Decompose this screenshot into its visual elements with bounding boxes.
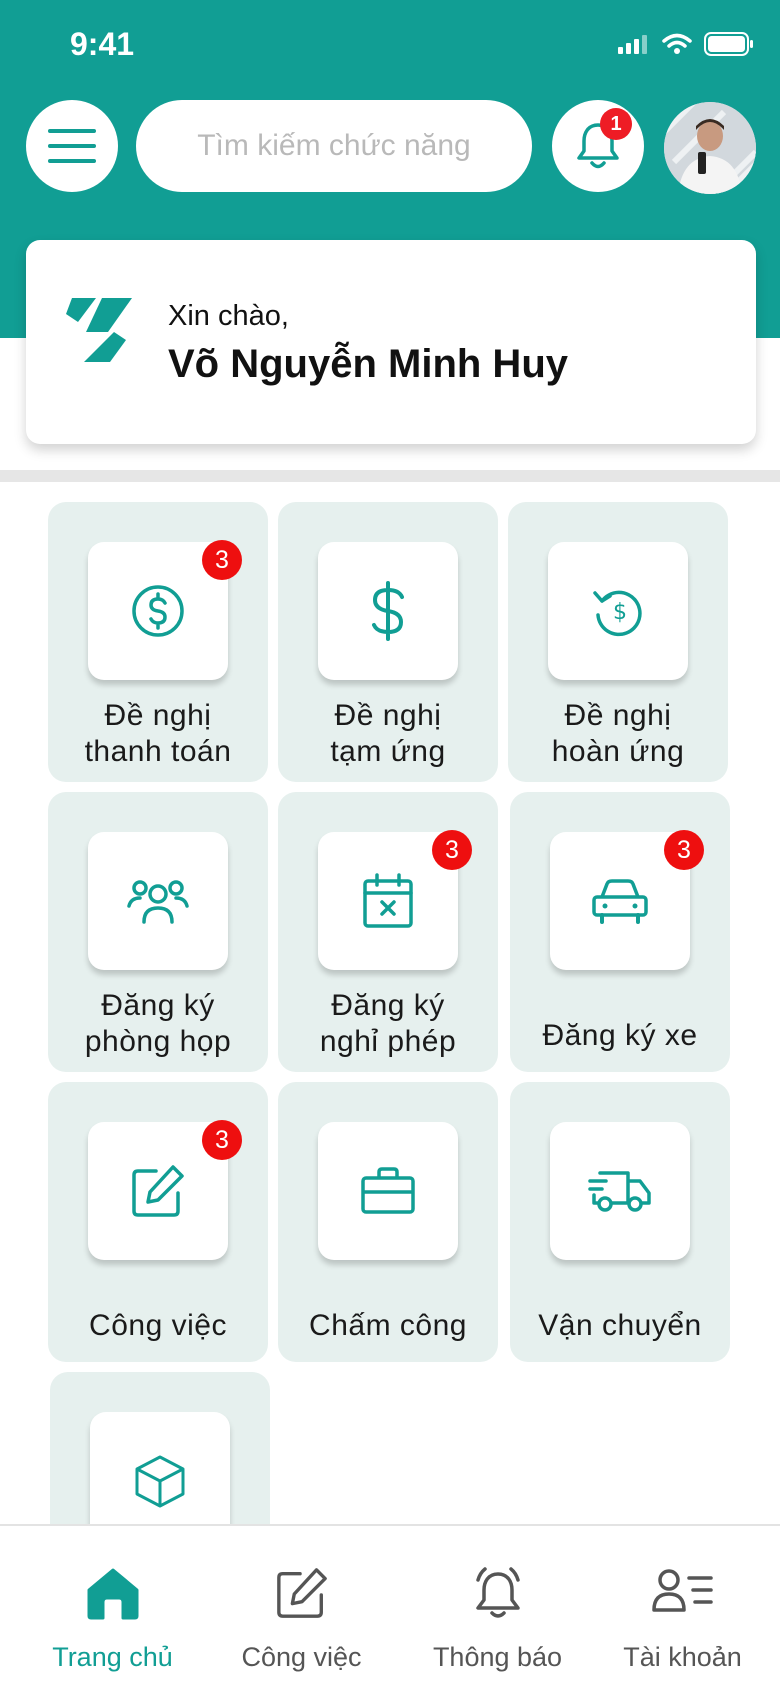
search-input[interactable]: Tìm kiếm chức năng <box>136 100 532 192</box>
nav-icon-wrap <box>15 1566 210 1620</box>
tile-label-line: Đăng ký <box>331 989 445 1022</box>
edit-icon <box>276 1568 327 1618</box>
search-placeholder: Tìm kiếm chức năng <box>197 129 471 162</box>
users-icon <box>127 880 189 924</box>
tile-icon-box <box>550 1122 690 1260</box>
tile-advance-request[interactable]: Đề nghị tạm ứng <box>278 502 498 782</box>
avatar-photo <box>664 102 756 194</box>
tile-label-line: Đề nghị <box>104 699 212 732</box>
tile-payment-request[interactable]: 3 Đề nghị thanh toán <box>48 502 268 782</box>
calendar-x-icon <box>363 873 413 928</box>
battery-icon <box>704 32 753 56</box>
nav-item-notifications[interactable]: Thông báo <box>400 1526 595 1688</box>
dollar-circle-icon <box>132 585 184 637</box>
tile-label-line: Vận chuyển <box>538 1309 702 1342</box>
menu-button[interactable] <box>26 100 118 192</box>
nav-label: Tài khoản <box>623 1642 742 1672</box>
tile-label-line: Đề nghị <box>564 699 672 732</box>
avatar[interactable] <box>664 102 756 194</box>
signal-icon <box>618 35 647 54</box>
tile-tasks[interactable]: 3 Công việc <box>48 1082 268 1362</box>
nav-icon-wrap <box>400 1566 595 1622</box>
car-icon <box>592 879 648 924</box>
tile-label: Chấm công <box>278 1308 498 1344</box>
tile-label-line: Chấm công <box>309 1309 467 1342</box>
greeting-card: Xin chào, Võ Nguyễn Minh Huy <box>26 240 756 444</box>
user-name: Võ Nguyễn Minh Huy <box>168 342 568 386</box>
hamburger-icon <box>48 129 96 163</box>
tile-label: Đăng ký xe <box>510 1018 730 1054</box>
briefcase-icon <box>361 1167 415 1214</box>
bell-icon <box>475 1567 520 1618</box>
tile-label: Công việc <box>48 1308 268 1344</box>
greeting-text: Xin chào, <box>168 300 289 332</box>
notification-button[interactable]: 1 <box>552 100 644 192</box>
tile-badge: 3 <box>202 540 242 580</box>
truck-icon <box>588 1171 651 1212</box>
tile-label: Đề nghị hoàn ứng <box>508 698 728 770</box>
nav-item-home[interactable]: Trang chủ <box>15 1526 210 1688</box>
tile-label-line: Công việc <box>89 1309 227 1342</box>
tile-label-line: thanh toán <box>84 735 232 768</box>
tile-label-line: Đề nghị <box>334 699 442 732</box>
tile-refund-request[interactable]: $ Đề nghị hoàn ứng <box>508 502 728 782</box>
nav-icon-wrap <box>585 1566 780 1616</box>
status-bar: 9:41 <box>0 0 780 90</box>
tile-icon-box: $ <box>548 542 688 680</box>
tile-timekeeping[interactable]: Chấm công <box>278 1082 498 1362</box>
tile-icon-box <box>318 542 458 680</box>
tile-meeting-room[interactable]: Đăng ký phòng họp <box>48 792 268 1072</box>
tile-shipping[interactable]: Vận chuyển <box>510 1082 730 1362</box>
edit-icon <box>132 1165 184 1217</box>
status-time: 9:41 <box>70 26 135 62</box>
tile-label: Vận chuyển <box>510 1308 730 1344</box>
notification-badge: 1 <box>600 108 632 140</box>
tile-label-line: Đăng ký <box>101 989 215 1022</box>
tile-label: Đề nghị thanh toán <box>48 698 268 770</box>
tile-label: Đăng ký phòng họp <box>48 988 268 1060</box>
cube-icon <box>135 1455 185 1508</box>
svg-text:$: $ <box>613 600 627 625</box>
section-divider <box>0 470 780 482</box>
dollar-icon <box>372 581 404 641</box>
tile-label-line: hoàn ứng <box>551 735 685 768</box>
tile-label: Đề nghị tạm ứng <box>278 698 498 770</box>
company-logo <box>66 298 132 362</box>
nav-label: Công việc <box>241 1642 362 1672</box>
tile-label: Đăng ký nghỉ phép <box>278 988 498 1060</box>
tile-badge: 3 <box>202 1120 242 1160</box>
tile-leave-request[interactable]: 3 Đăng ký nghỉ phép <box>278 792 498 1072</box>
nav-label: Trang chủ <box>52 1642 173 1672</box>
nav-label: Thông báo <box>432 1642 563 1672</box>
tile-label-line: tạm ứng <box>330 735 446 768</box>
tile-icon-box <box>318 1122 458 1260</box>
tile-label-line: phòng họp <box>84 1025 232 1058</box>
tile-badge: 3 <box>664 830 704 870</box>
refund-icon: $ <box>593 590 642 637</box>
tile-badge: 3 <box>432 830 472 870</box>
account-list-icon <box>651 1569 713 1612</box>
tile-icon-box <box>88 832 228 970</box>
nav-icon-wrap <box>204 1566 399 1620</box>
bottom-nav: Trang chủ Công việc Thông báo Tài khoản <box>0 1524 780 1688</box>
status-icons <box>618 32 754 56</box>
tile-vehicle-booking[interactable]: 3 Đăng ký xe <box>510 792 730 1072</box>
nav-item-tasks[interactable]: Công việc <box>204 1526 399 1688</box>
nav-item-account[interactable]: Tài khoản <box>585 1526 780 1688</box>
tile-label-line: nghỉ phép <box>319 1025 457 1058</box>
tile-label-line: Đăng ký xe <box>542 1019 698 1052</box>
home-icon <box>87 1568 138 1620</box>
top-bar: Tìm kiếm chức năng 1 <box>0 100 780 194</box>
wifi-icon <box>662 33 692 54</box>
